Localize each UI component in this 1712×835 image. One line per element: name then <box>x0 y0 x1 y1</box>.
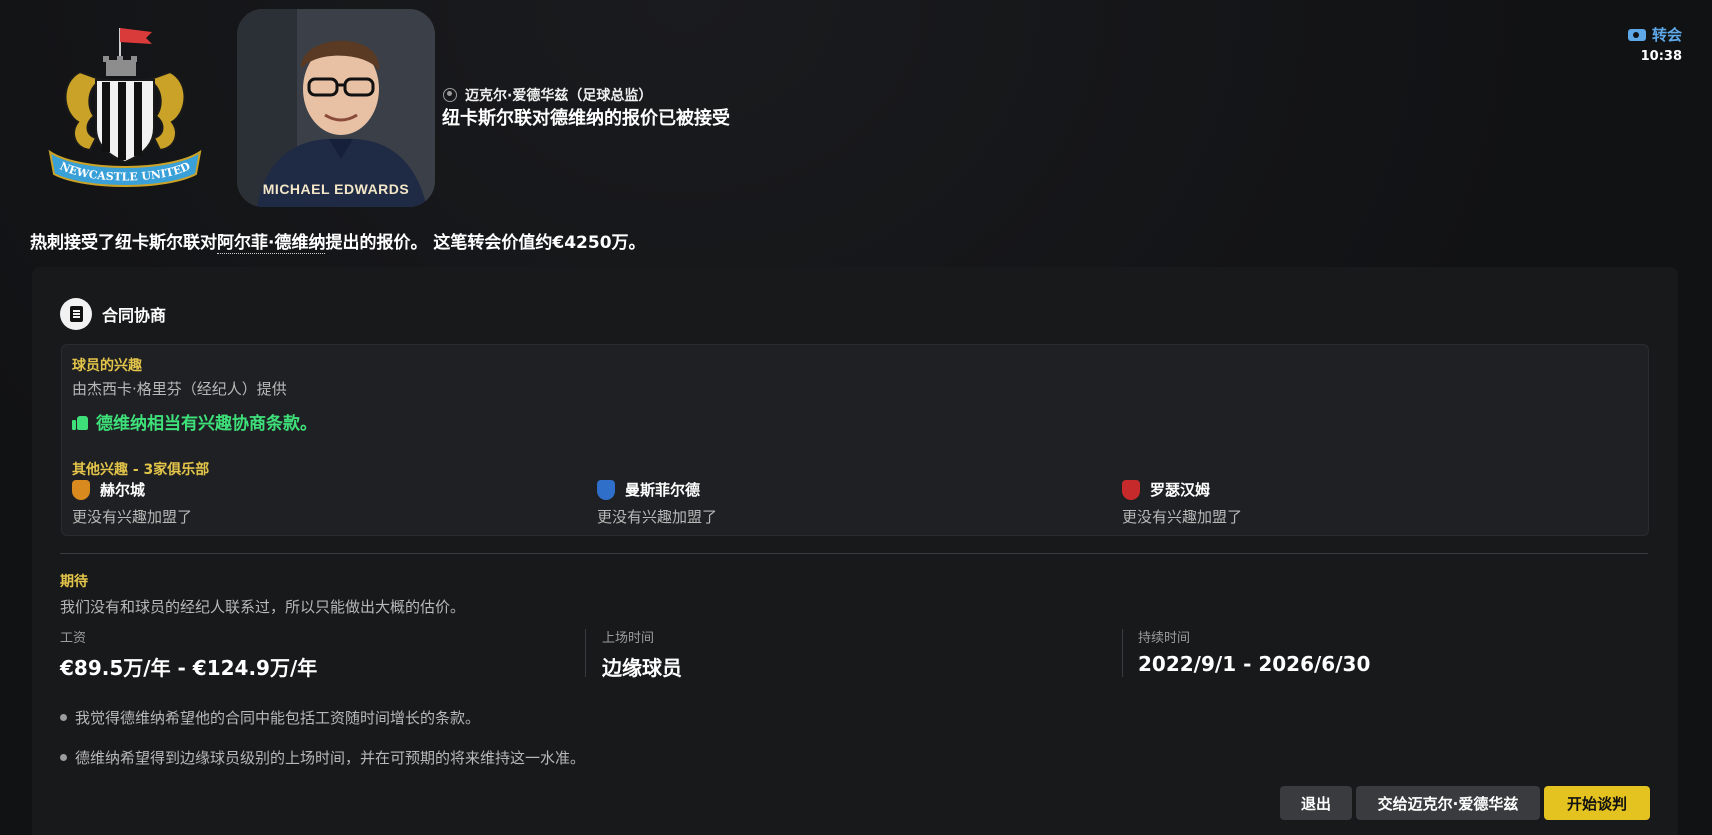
interest-title: 球员的兴趣 <box>72 358 142 374</box>
player-link[interactable]: 阿尔菲·德维纳 <box>217 233 326 254</box>
portrait-caption: MICHAEL EDWARDS <box>262 181 410 197</box>
hull-city-badge-icon <box>72 479 90 500</box>
delegate-button[interactable]: 交给迈克尔·爱德华兹 <box>1356 786 1540 820</box>
thumbs-up-icon <box>72 414 88 430</box>
category-label: 转会 <box>1651 26 1682 44</box>
club-name[interactable]: 曼斯菲尔德 <box>625 479 700 500</box>
club-crest-icon: NEWCASTLE UNITED <box>40 22 210 192</box>
playtime-stat: 上场时间 边缘球员 <box>602 627 682 681</box>
duration-value: 2022/9/1 - 2026/6/30 <box>1138 652 1371 676</box>
expectation-note: 我觉得德维纳希望他的合同中能包括工资随时间增长的条款。 <box>60 707 480 728</box>
news-summary: 热刺接受了纽卡斯尔联对阿尔菲·德维纳提出的报价。 这笔转会价值约€4250万。 <box>30 228 646 254</box>
player-interest-box: 球员的兴趣 由杰西卡·格里芬（经纪人）提供 德维纳相当有兴趣协商条款。 其他兴趣… <box>61 344 1649 536</box>
document-icon <box>60 298 92 330</box>
news-meta: 转会 10:38 <box>1627 24 1682 64</box>
duration-stat: 持续时间 2022/9/1 - 2026/6/30 <box>1138 627 1370 676</box>
expectation-note: 德维纳希望得到边缘球员级别的上场时间，并在可预期的将来维持这一水准。 <box>60 747 585 768</box>
sender-name: 迈克尔·爱德华兹（足球总监） <box>465 88 653 104</box>
interest-positive-text: 德维纳相当有兴趣协商条款。 <box>96 414 317 434</box>
wage-stat: 工资 €89.5万/年 - €124.9万/年 <box>60 627 317 681</box>
wage-label: 工资 <box>60 631 87 646</box>
transfer-icon <box>1627 28 1646 41</box>
club-name[interactable]: 罗瑟汉姆 <box>1150 479 1210 500</box>
person-icon <box>443 88 457 102</box>
director-portrait: MICHAEL EDWARDS <box>237 9 435 207</box>
bullet-icon <box>60 714 67 721</box>
note-text: 德维纳希望得到边缘球员级别的上场时间，并在可预期的将来维持这一水准。 <box>75 749 586 767</box>
note-text: 我觉得德维纳希望他的合同中能包括工资随时间增长的条款。 <box>75 709 481 727</box>
playtime-label: 上场时间 <box>602 631 655 646</box>
club-interest-item: 曼斯菲尔德 更没有兴趣加盟了 <box>597 479 717 527</box>
news-sender: 迈克尔·爱德华兹（足球总监） <box>443 85 652 105</box>
start-negotiation-button[interactable]: 开始谈判 <box>1544 786 1650 820</box>
summary-part2: 提出的报价。 这笔转会价值约€4250万。 <box>325 233 646 253</box>
interest-positive: 德维纳相当有兴趣协商条款。 <box>72 409 317 434</box>
interest-agent: 由杰西卡·格里芬（经纪人）提供 <box>72 380 287 398</box>
wage-value: €89.5万/年 - €124.9万/年 <box>60 656 318 680</box>
club-status: 更没有兴趣加盟了 <box>597 508 718 526</box>
rotherham-badge-icon <box>1122 479 1140 500</box>
bullet-icon <box>60 754 67 761</box>
playtime-value: 边缘球员 <box>602 656 682 680</box>
club-status: 更没有兴趣加盟了 <box>1122 508 1243 526</box>
contract-panel: 合同协商 球员的兴趣 由杰西卡·格里芬（经纪人）提供 德维纳相当有兴趣协商条款。… <box>32 267 1678 835</box>
expectation-description: 我们没有和球员的经纪人联系过，所以只能做出大概的估价。 <box>60 598 466 616</box>
news-time: 10:38 <box>1640 49 1682 64</box>
expectation-title: 期待 <box>60 574 88 590</box>
club-status: 更没有兴趣加盟了 <box>72 508 193 526</box>
stat-divider <box>585 629 586 677</box>
club-interest-item: 赫尔城 更没有兴趣加盟了 <box>72 479 192 527</box>
stat-divider <box>1122 629 1123 677</box>
contract-section-title: 合同协商 <box>102 306 167 325</box>
club-name[interactable]: 赫尔城 <box>100 479 145 500</box>
news-headline: 纽卡斯尔联对德维纳的报价已被接受 <box>442 108 730 129</box>
mansfield-badge-icon <box>597 479 615 500</box>
exit-button[interactable]: 退出 <box>1280 786 1352 820</box>
club-interest-item: 罗瑟汉姆 更没有兴趣加盟了 <box>1122 479 1242 527</box>
transfer-news-screen: NEWCASTLE UNITED MICHAEL EDWARDS 迈克尔·爱德华… <box>0 0 1712 835</box>
summary-part1: 热刺接受了纽卡斯尔联对 <box>30 233 217 253</box>
section-divider <box>60 553 1648 554</box>
duration-label: 持续时间 <box>1138 631 1191 646</box>
category-tag[interactable]: 转会 <box>1627 24 1682 45</box>
contract-section-header: 合同协商 <box>60 298 166 330</box>
other-interest-title: 其他兴趣 - 3家俱乐部 <box>72 462 210 478</box>
